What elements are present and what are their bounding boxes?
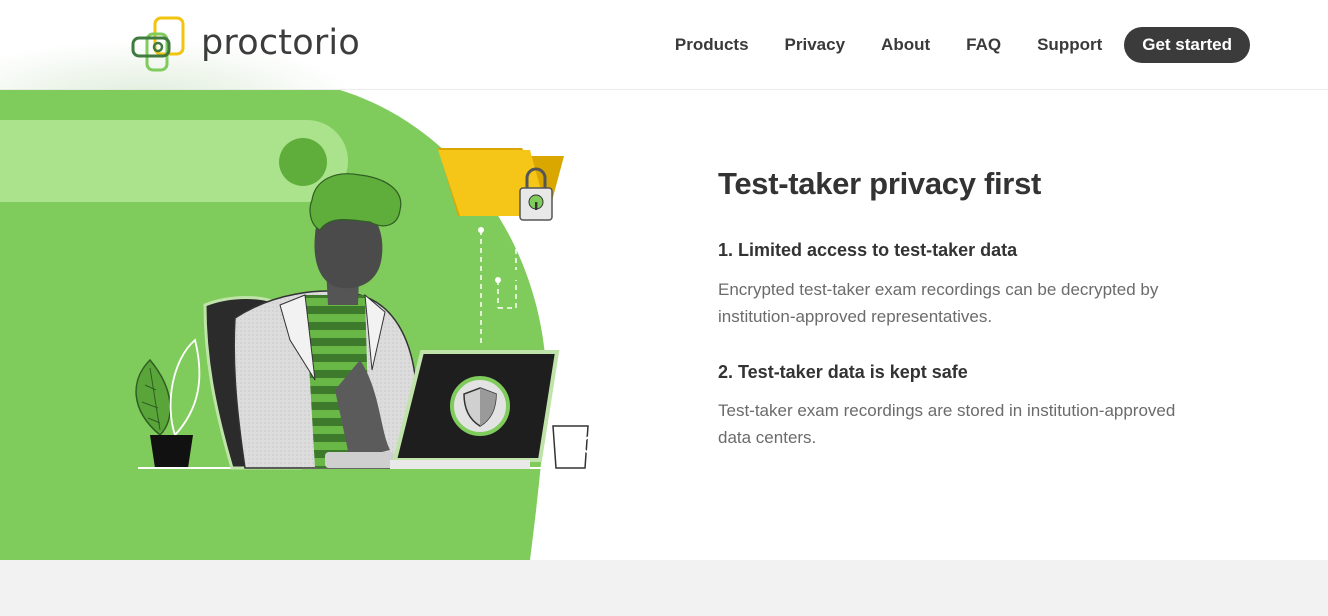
- nav-faq[interactable]: FAQ: [966, 35, 1001, 55]
- nav-privacy[interactable]: Privacy: [785, 35, 846, 55]
- nav-products[interactable]: Products: [675, 35, 749, 55]
- hero-section: Test-taker privacy first 1. Limited acce…: [0, 90, 1328, 560]
- shield-icon: [450, 376, 510, 436]
- site-header: proctorio Products Privacy About FAQ Sup…: [0, 0, 1328, 100]
- nav-about[interactable]: About: [881, 35, 930, 55]
- item-heading-limited-access: 1. Limited access to test-taker data: [718, 240, 1018, 260]
- locked-folder-icon: [438, 148, 564, 221]
- item-text-limited-access: Encrypted test-taker exam recordings can…: [718, 280, 1159, 326]
- main-nav: Products Privacy About FAQ Support Get s…: [675, 27, 1250, 63]
- proctorio-logo-icon: [131, 16, 185, 72]
- nav-support[interactable]: Support: [1037, 35, 1102, 55]
- decor-circle: [279, 138, 327, 186]
- privacy-illustration: [0, 90, 610, 560]
- brand-name: proctorio: [201, 23, 360, 63]
- item-text-data-safe: Test-taker exam recordings are stored in…: [718, 401, 1176, 447]
- item-heading-data-safe: 2. Test-taker data is kept safe: [718, 362, 968, 382]
- page-title: Test-taker privacy first: [718, 166, 1042, 201]
- coffee-cup-icon: [552, 371, 600, 469]
- footer-band: [0, 560, 1328, 616]
- logo-link[interactable]: proctorio: [131, 16, 360, 74]
- get-started-button[interactable]: Get started: [1124, 27, 1250, 63]
